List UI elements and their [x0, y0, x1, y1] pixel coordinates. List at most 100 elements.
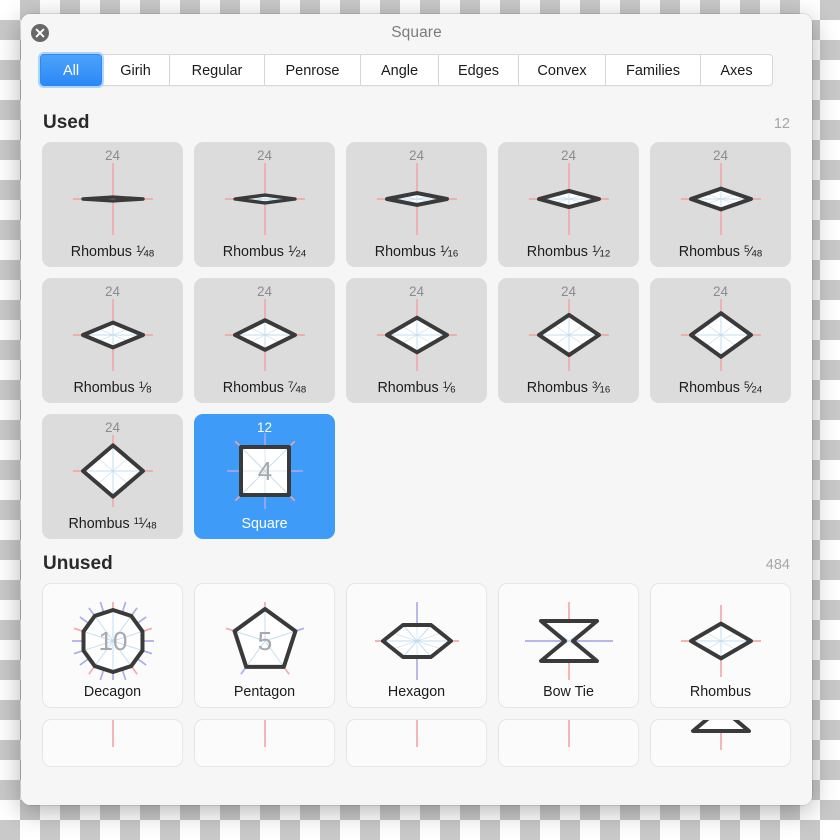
tile-label: Rhombus 1⁄12: [526, 243, 611, 260]
tile-label: Rhombus 5⁄48: [678, 243, 763, 260]
tile-artwork: [346, 160, 487, 238]
tile-artwork: [347, 720, 486, 750]
tile-rhombus-3-16[interactable]: 24 Rhombus 3⁄16: [498, 278, 639, 403]
tile-browser-window: Square All Girih Regular Penrose Angle Edges C…: [21, 14, 812, 805]
tile-rhombus-1-16[interactable]: 24 Rhombus 1⁄16: [346, 142, 487, 267]
tile-artwork: [194, 160, 335, 238]
tile-shape-decagon: 10: [71, 602, 154, 680]
tile-shape-rhombus: [224, 163, 305, 235]
tile-pentagon[interactable]: 5 Pentagon: [194, 583, 335, 708]
tile-shape-rhombus: [111, 720, 114, 747]
tile-shape-rhombus: [680, 605, 761, 677]
tile-artwork: [499, 720, 638, 750]
tile-rhombus[interactable]: [42, 719, 183, 767]
tab-label: Families: [626, 63, 680, 79]
tile-square[interactable]: 12 4 Square: [194, 414, 335, 539]
tile-shape-hexagon: [374, 602, 459, 680]
section-count: 484: [765, 557, 790, 573]
tile-artwork: [42, 296, 183, 374]
tile-rhombus[interactable]: [194, 719, 335, 767]
tile-rhombus-1-48[interactable]: 24 Rhombus 1⁄48: [42, 142, 183, 267]
tile-shape-rhombus: [263, 720, 266, 747]
tile-artwork: [42, 160, 183, 238]
tile-artwork: [499, 602, 638, 680]
tab-angle[interactable]: Angle: [361, 54, 439, 86]
tile-rhombus[interactable]: [346, 719, 487, 767]
tab-label: Penrose: [285, 63, 340, 79]
section-count: 12: [773, 116, 790, 132]
tile-label: Rhombus 1⁄6: [377, 379, 456, 396]
tile-rhombus[interactable]: [498, 719, 639, 767]
tile-shape-rhombus: [528, 299, 609, 371]
tile-hexagon[interactable]: Hexagon: [346, 583, 487, 708]
tile-label: Decagon: [83, 684, 142, 700]
tile-rhombus-7-48[interactable]: 24 Rhombus 7⁄48: [194, 278, 335, 403]
tile-rhombus-11-48[interactable]: 24 Rhombus 11⁄48: [42, 414, 183, 539]
tile-rhombus-1-8[interactable]: 24 Rhombus 1⁄8: [42, 278, 183, 403]
tile-shape-pentagon: 5: [225, 602, 304, 675]
tile-artwork: [346, 296, 487, 374]
tile-artwork: [651, 720, 790, 750]
tile-rhombus-5-24[interactable]: 24 Rhombus 5⁄24: [650, 278, 791, 403]
section-title: Unused: [43, 553, 113, 574]
tile-artwork: [43, 720, 182, 750]
tile-label: Bow Tie: [543, 684, 594, 700]
tile-label: Rhombus 1⁄16: [374, 243, 459, 260]
tile-label: Rhombus 1⁄48: [70, 243, 155, 260]
tab-all[interactable]: All: [40, 54, 102, 86]
tab-families[interactable]: Families: [606, 54, 701, 86]
tile-shape-rhombus: [680, 299, 761, 371]
tile-label: Square: [241, 516, 288, 532]
tab-label: Girih: [120, 63, 151, 79]
tab-axes[interactable]: Axes: [701, 54, 773, 86]
tile-artwork: [194, 296, 335, 374]
tile-label: Rhombus 11⁄48: [68, 515, 157, 532]
tile-shape-rhombus: [72, 299, 153, 371]
tile-shape-rhombus: [224, 299, 305, 371]
tile-artwork: [498, 296, 639, 374]
svg-text:10: 10: [98, 626, 127, 656]
tile-shape-bowtie: [524, 602, 613, 680]
tile-grid-used: 24 Rhombus 1⁄48 24 Rhombus 1⁄24 24 Rhombus 1⁄…: [21, 142, 812, 539]
svg-text:4: 4: [257, 456, 271, 486]
section-header-used: Used 12: [21, 112, 812, 134]
tab-girih[interactable]: Girih: [102, 54, 170, 86]
tile-label: Rhombus 1⁄24: [222, 243, 307, 260]
tile-bow-tie[interactable]: Bow Tie: [498, 583, 639, 708]
tile-shape-square: 4: [226, 433, 303, 509]
tile-rhombus-1-24[interactable]: 24 Rhombus 1⁄24: [194, 142, 335, 267]
tab-edges[interactable]: Edges: [439, 54, 519, 86]
tab-label: Axes: [720, 63, 753, 79]
tile-artwork: [651, 602, 790, 680]
svg-text:5: 5: [257, 626, 271, 656]
tile-artwork: [498, 160, 639, 238]
tile-artwork: [650, 296, 791, 374]
filter-tab-bar[interactable]: All Girih Regular Penrose Angle Edges Convex Fa…: [40, 54, 793, 86]
tile-label: Rhombus 5⁄24: [678, 379, 763, 396]
tile-rhombus-1-12[interactable]: 24 Rhombus 1⁄12: [498, 142, 639, 267]
tile-rhombus-5-48[interactable]: 24 Rhombus 5⁄48: [650, 142, 791, 267]
tile-rhombus-1-6[interactable]: 24 Rhombus 1⁄6: [346, 278, 487, 403]
tile-shape-rhombus: [415, 720, 418, 747]
tile-shape-rhombus: [72, 163, 153, 235]
tile-artwork: [650, 160, 791, 238]
tile-label: Hexagon: [387, 684, 446, 700]
tile-artwork: [347, 602, 486, 680]
tab-convex[interactable]: Convex: [519, 54, 606, 86]
tile-shape-bowtie: [690, 720, 751, 750]
tile-label: Rhombus: [689, 684, 752, 700]
tile-scroll-area[interactable]: Used 12 24 Rhombus 1⁄48 24 Rhombus 1⁄24 24 Rhom…: [21, 98, 812, 805]
tile-shape-rhombus: [680, 163, 761, 235]
tile-label: Rhombus 1⁄8: [73, 379, 152, 396]
tile-bowtie[interactable]: [650, 719, 791, 767]
tile-shape-rhombus: [376, 163, 457, 235]
tile-shape-rhombus: [567, 720, 570, 747]
tile-artwork: 10: [43, 602, 182, 680]
tile-shape-rhombus: [376, 299, 457, 371]
tile-decagon[interactable]: 10 Decagon: [42, 583, 183, 708]
tab-penrose[interactable]: Penrose: [265, 54, 361, 86]
tab-regular[interactable]: Regular: [170, 54, 265, 86]
tile-label: Pentagon: [233, 684, 296, 700]
window-titlebar: Square: [21, 14, 812, 53]
tile-rhombus[interactable]: Rhombus: [650, 583, 791, 708]
